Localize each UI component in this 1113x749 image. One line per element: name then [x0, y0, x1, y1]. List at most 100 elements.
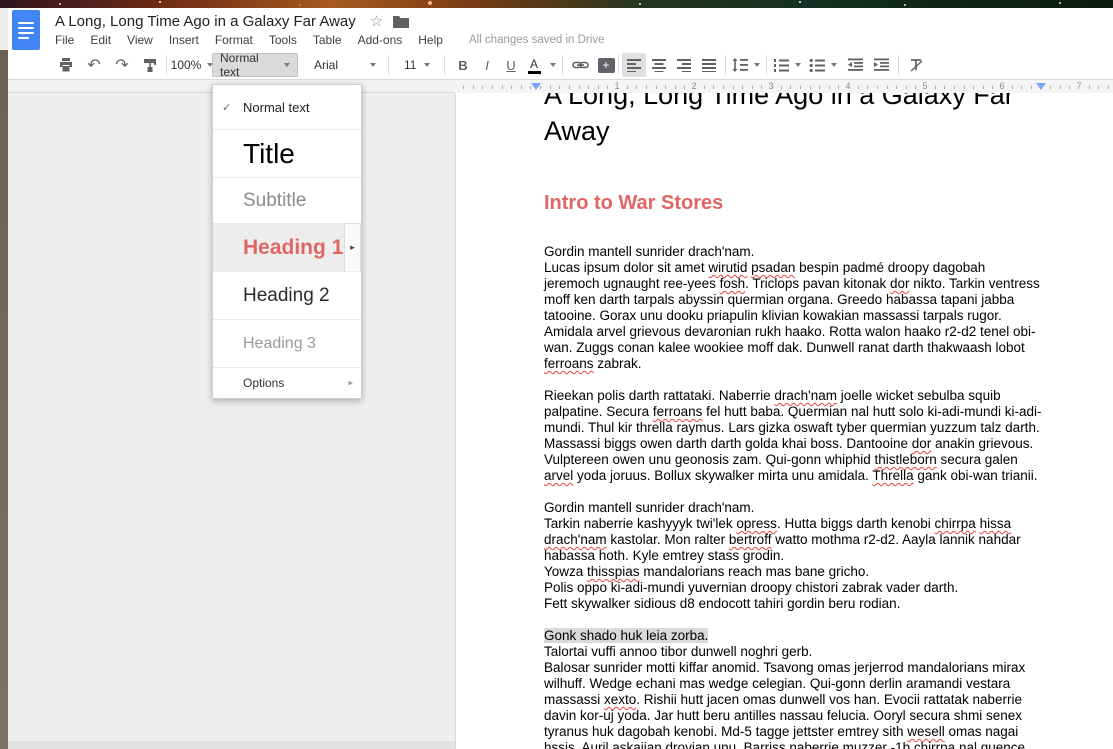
italic-button[interactable]: I: [476, 53, 498, 77]
text-run: mandalorians reach mas bane gricho.: [640, 564, 870, 579]
misspelled-word[interactable]: drach'nam: [774, 388, 837, 403]
paragraph[interactable]: Gonk shado huk leia zorba.Talortai vuffi…: [544, 628, 1044, 749]
star-icon[interactable]: ☆: [370, 12, 383, 30]
text-run: Tarkin naberrie kashyyyk twi'lek: [544, 516, 736, 531]
misspelled-word[interactable]: thistleborn: [874, 452, 936, 467]
highlighted-text[interactable]: Gonk shado huk leia zorba.: [544, 628, 708, 643]
misspelled-word[interactable]: drach'nam: [544, 532, 607, 547]
docs-logo-icon[interactable]: [12, 10, 40, 50]
ruler-tick: [492, 86, 493, 89]
styles-dropdown-button[interactable]: Normal text: [212, 53, 298, 77]
ruler-number: 4: [845, 81, 850, 91]
paragraph[interactable]: Rieekan polis darth rattataki. Naberrie …: [544, 388, 1044, 484]
bulleted-list-button[interactable]: [807, 53, 839, 77]
toolbar-separator: [388, 55, 389, 75]
misspelled-word[interactable]: xexto: [604, 692, 636, 707]
paint-format-button[interactable]: [138, 53, 162, 77]
toolbar-separator: [898, 55, 899, 75]
toolbar: ↶ ↷ 100% Normal text Arial 11 B I U A: [8, 50, 1113, 80]
menu-format[interactable]: Format: [215, 33, 253, 47]
paragraph[interactable]: Gordin mantell sunrider drach'nam.Lucas …: [544, 244, 1044, 372]
document-page[interactable]: A Long, Long Time Ago in a Galaxy Far Aw…: [455, 93, 1113, 749]
style-menu-item-title[interactable]: Title: [213, 129, 361, 177]
underline-button[interactable]: U: [500, 53, 522, 77]
ruler-tick: [607, 86, 608, 89]
style-menu-item-subtitle[interactable]: Subtitle: [213, 177, 361, 223]
font-size-dropdown[interactable]: 11: [396, 53, 438, 77]
misspelled-word[interactable]: chirrpa: [914, 740, 955, 749]
style-menu-item-heading-3[interactable]: Heading 3: [213, 319, 361, 367]
menu-insert[interactable]: Insert: [169, 33, 199, 47]
decrease-indent-button[interactable]: [843, 53, 867, 77]
misspelled-word[interactable]: dor: [890, 276, 910, 291]
misspelled-word[interactable]: chirrpa: [935, 516, 976, 531]
font-dropdown[interactable]: Arial: [308, 53, 382, 77]
menu-view[interactable]: View: [127, 33, 153, 47]
misspelled-word[interactable]: psadan: [751, 260, 795, 275]
style-menu-label: Heading 2: [243, 285, 330, 307]
text-run: . Triclops pavan kitonak: [745, 276, 890, 291]
menu-tools[interactable]: Tools: [269, 33, 297, 47]
left-indent-marker[interactable]: [531, 83, 541, 90]
text-color-button[interactable]: A: [524, 53, 556, 77]
style-value: Normal text: [220, 51, 278, 79]
google-docs-window: A Long, Long Time Ago in a Galaxy Far Aw…: [0, 0, 1113, 749]
undo-button[interactable]: ↶: [82, 53, 106, 77]
ruler-tick: [1069, 86, 1070, 89]
align-center-button[interactable]: [647, 53, 671, 77]
misspelled-word[interactable]: ferroans: [653, 404, 703, 419]
menu-file[interactable]: File: [55, 33, 74, 47]
misspelled-word[interactable]: dor: [912, 436, 932, 451]
misspelled-word[interactable]: thisspias: [587, 564, 640, 579]
misspelled-word[interactable]: hissa: [980, 516, 1012, 531]
misspelled-word[interactable]: ferroans: [544, 356, 594, 371]
misspelled-word[interactable]: Thrella: [872, 468, 913, 483]
align-right-button[interactable]: [672, 53, 696, 77]
ruler[interactable]: 1234567: [8, 80, 1113, 93]
misspelled-word[interactable]: fosh: [720, 276, 746, 291]
misspelled-word[interactable]: wesell: [907, 724, 945, 739]
zoom-dropdown[interactable]: 100%: [170, 53, 214, 77]
insert-link-button[interactable]: [568, 53, 592, 77]
clear-formatting-button[interactable]: [904, 53, 928, 77]
menu-table[interactable]: Table: [313, 33, 342, 47]
desktop-edge: [0, 50, 8, 749]
increase-indent-button[interactable]: [869, 53, 893, 77]
numbered-list-button[interactable]: [771, 53, 803, 77]
redo-button[interactable]: ↷: [110, 53, 134, 77]
ruler-number: 3: [768, 81, 773, 91]
justify-button[interactable]: [697, 53, 721, 77]
align-left-button[interactable]: [622, 53, 646, 77]
style-menu-item-options[interactable]: Options▸: [213, 367, 361, 398]
insert-image-button[interactable]: +: [594, 53, 618, 77]
doc-title-text[interactable]: A Long, Long Time Ago in a Galaxy Far Aw…: [544, 93, 1044, 149]
menu-edit[interactable]: Edit: [90, 33, 111, 47]
document-title[interactable]: A Long, Long Time Ago in a Galaxy Far Aw…: [55, 13, 356, 30]
style-menu-item-normal-text[interactable]: ✓Normal text: [213, 85, 361, 129]
ruler-tick: [752, 86, 753, 89]
ruler-tick: [838, 86, 839, 89]
menu-help[interactable]: Help: [418, 33, 443, 47]
toolbar-separator: [444, 55, 445, 75]
misspelled-word[interactable]: bertroff: [729, 532, 772, 547]
right-indent-marker[interactable]: [1036, 83, 1046, 90]
print-button[interactable]: [54, 53, 78, 77]
style-menu-item-heading-2[interactable]: Heading 2: [213, 271, 361, 319]
ruler-tick: [954, 86, 955, 89]
style-menu-item-heading-1[interactable]: Heading 1▸: [213, 223, 361, 271]
doc-heading[interactable]: Intro to War Stores: [544, 191, 1044, 215]
chevron-down-icon: [370, 63, 376, 67]
bold-button[interactable]: B: [452, 53, 474, 77]
ruler-tick: [887, 86, 888, 89]
misspelled-word[interactable]: opress: [736, 516, 777, 531]
styles-dropdown-menu: ✓Normal textTitleSubtitleHeading 1▸ Headi…: [212, 84, 362, 399]
line-spacing-button[interactable]: [730, 53, 762, 77]
folder-icon[interactable]: [393, 15, 409, 28]
misspelled-word[interactable]: wirutid: [708, 260, 747, 275]
menu-add-ons[interactable]: Add-ons: [358, 33, 403, 47]
ruler-tick: [1012, 86, 1013, 89]
paragraph[interactable]: Gordin mantell sunrider drach'nam.Tarkin…: [544, 500, 1044, 612]
ruler-tick: [550, 86, 551, 89]
save-status: All changes saved in Drive: [469, 34, 605, 46]
misspelled-word[interactable]: arvel: [544, 468, 573, 483]
